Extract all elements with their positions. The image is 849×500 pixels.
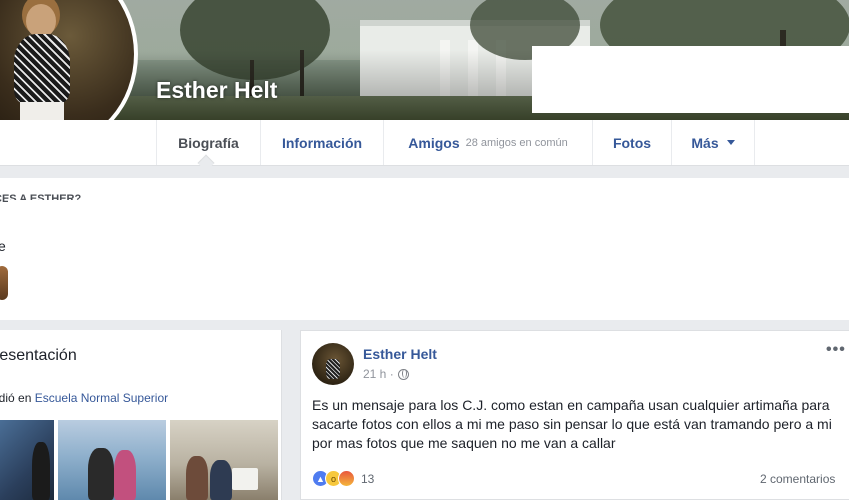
education-line: udió en Escuela Normal Superior: [0, 391, 168, 405]
post-meta: 21 h ·: [363, 367, 409, 381]
intro-photo[interactable]: [170, 420, 278, 500]
tab-informacion[interactable]: Información: [260, 120, 383, 165]
caret-down-icon: [726, 140, 735, 145]
more-options-icon[interactable]: •••: [826, 341, 846, 359]
angry-reaction-icon: [338, 470, 355, 487]
tab-label: Amigos: [408, 134, 460, 151]
tab-amigos[interactable]: Amigos 28 amigos en común: [383, 120, 592, 165]
reactions-summary[interactable]: ▲ o 13: [312, 470, 374, 487]
intro-photo[interactable]: [58, 420, 166, 500]
education-prefix: udió en: [0, 391, 32, 405]
tab-fotos[interactable]: Fotos: [592, 120, 671, 165]
avatar-person-top: [14, 34, 70, 104]
tab-label: Fotos: [612, 134, 652, 151]
profile-name[interactable]: Esther Helt: [156, 77, 277, 104]
mutual-friends-count: 28 amigos en común: [465, 136, 568, 149]
profile-tabbar: Biografía Información Amigos 28 amigos e…: [0, 120, 849, 166]
redaction-box: [532, 46, 849, 113]
school-link[interactable]: Escuela Normal Superior: [35, 391, 168, 405]
photo-figure: [186, 456, 208, 500]
avatar-person-head: [26, 4, 56, 38]
post-author-avatar[interactable]: [312, 343, 354, 385]
photo-figure: [88, 448, 114, 500]
redaction-box: [8, 200, 840, 320]
post-author[interactable]: Esther Helt: [363, 346, 437, 362]
comments-link[interactable]: 2 comentarios: [760, 472, 835, 486]
photo-figure: [32, 442, 50, 500]
photo-figure: [210, 460, 232, 500]
section-divider: [0, 320, 849, 330]
pymk-avatar[interactable]: [0, 266, 8, 300]
tab-label: Información: [281, 134, 363, 151]
globe-icon: [397, 368, 409, 380]
reaction-count: 13: [361, 471, 375, 486]
post-text: Es un mensaje para los C.J. como estan e…: [312, 397, 832, 451]
intro-title: resentación: [0, 347, 77, 364]
photo-certificate: [232, 468, 258, 490]
post-time[interactable]: 21 h ·: [363, 367, 394, 381]
tab-mas[interactable]: Más: [671, 120, 755, 165]
pymk-name-fragment: e: [0, 238, 6, 254]
photo-figure: [114, 450, 136, 500]
intro-photo[interactable]: [0, 420, 54, 500]
tab-label: Biografía: [178, 134, 239, 151]
tab-label: Más: [691, 134, 719, 151]
